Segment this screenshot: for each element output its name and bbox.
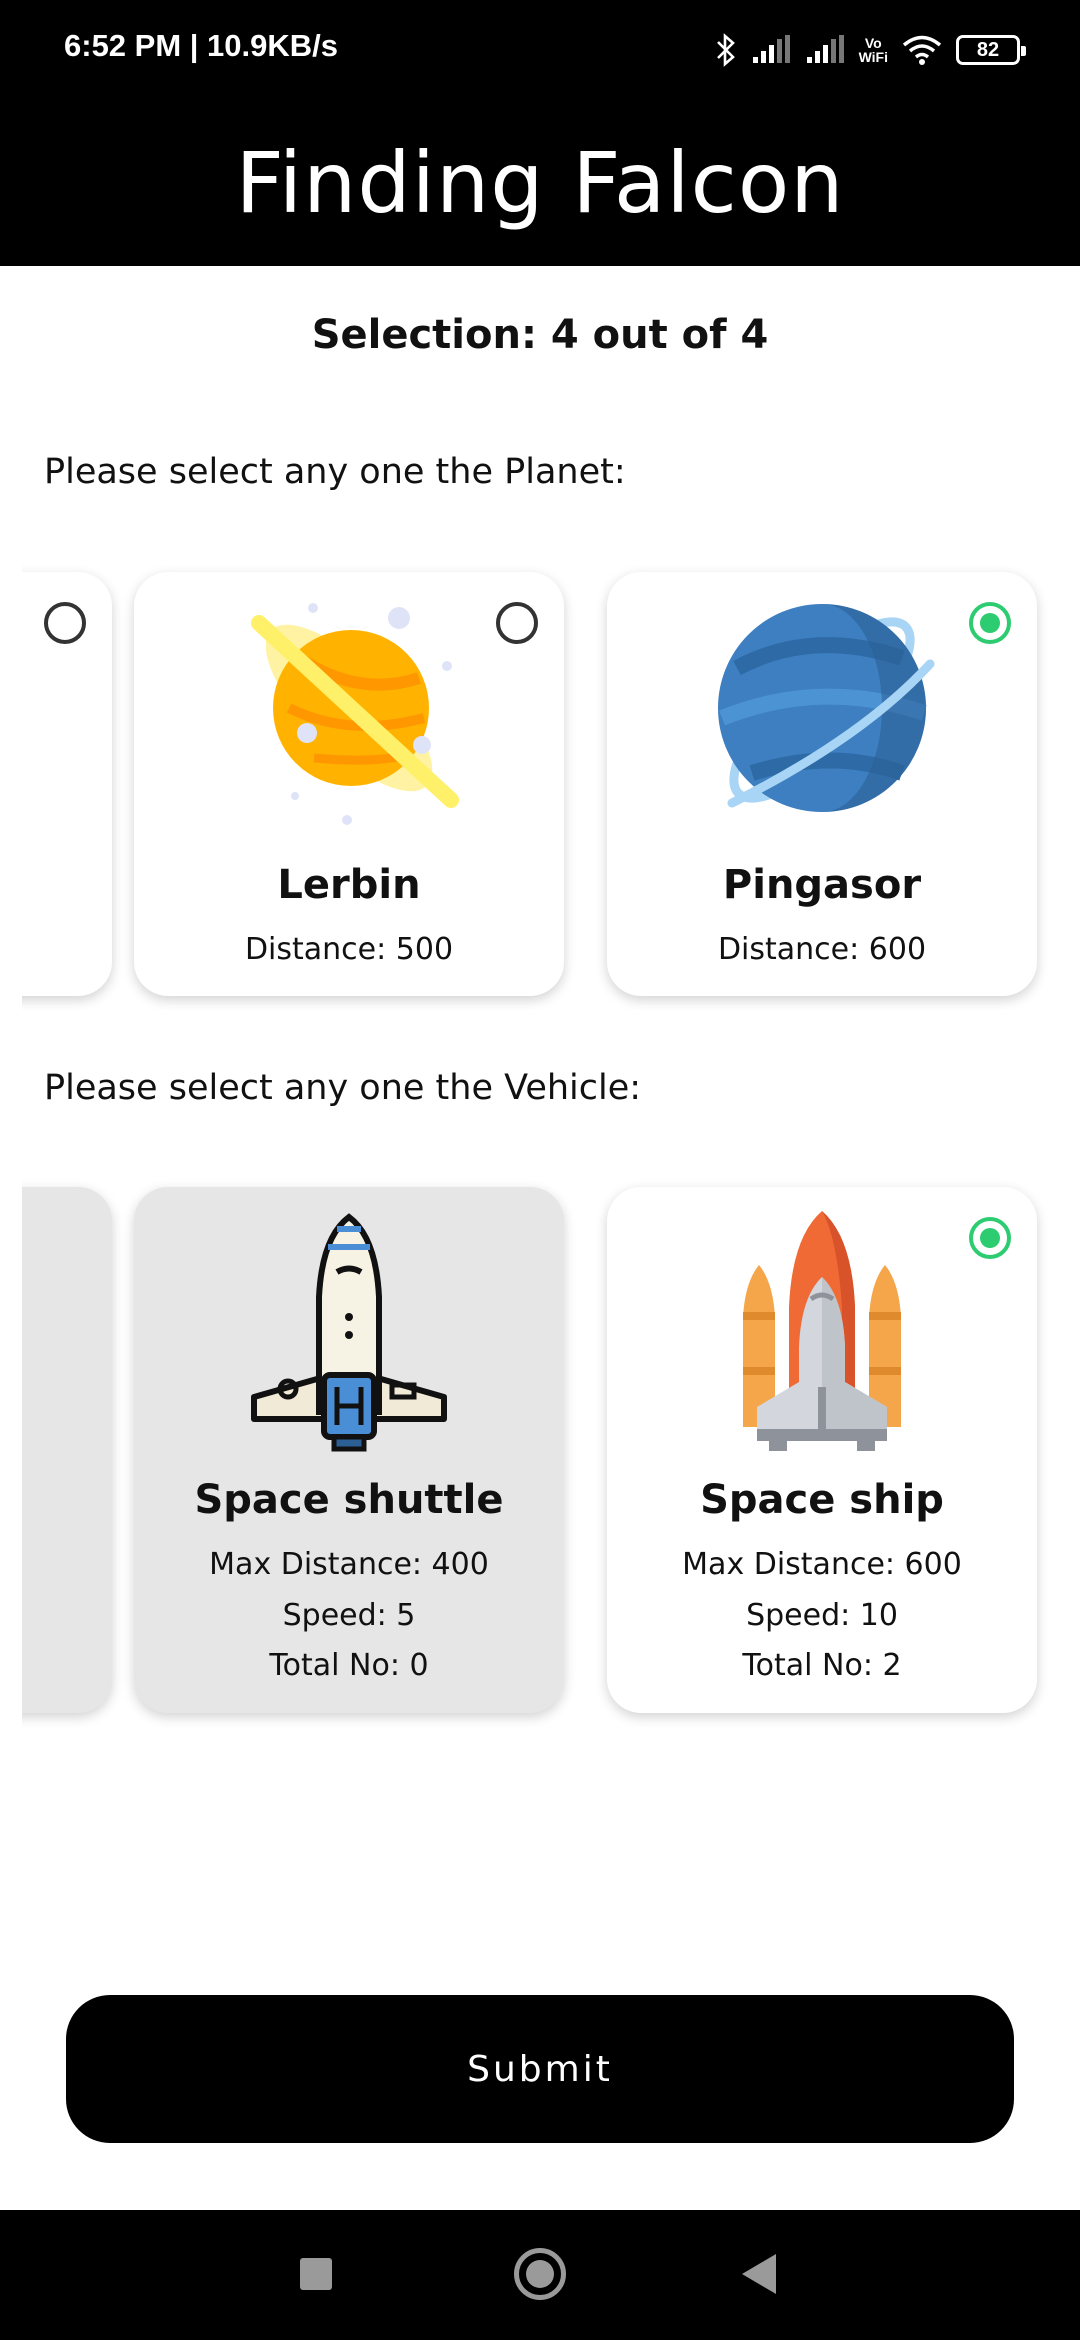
planet-radio-partial[interactable] [44,602,86,644]
planet-name: Lerbin [277,862,421,908]
vowifi-icon: Vo WiFi [859,36,888,64]
planet-section-label: Please select any one the Planet: [44,452,626,492]
planet-radio-pingasor[interactable] [969,602,1011,644]
selection-count: Selection: 4 out of 4 [311,312,769,358]
signal-icon-2 [806,35,844,63]
vehicle-max-distance: Max Distance: 600 [682,1547,962,1582]
vehicle-total: Total No: 0 [269,1648,429,1683]
vehicle-radio-space-ship[interactable] [969,1217,1011,1259]
status-time: 6:52 PM | 10.9KB/s [64,28,339,63]
vehicle-speed: Speed: 10 [746,1598,898,1633]
vehicle-total: Total No: 2 [742,1648,902,1683]
planet-distance: Distance: 600 [717,932,927,967]
vehicle-card-space-shuttle[interactable]: Space shuttle Max Distance: 400 Speed: 5… [134,1187,564,1713]
vehicle-card-space-ship[interactable]: Space ship Max Distance: 600 Speed: 10 T… [607,1187,1037,1713]
saturn-planet-icon [251,603,459,825]
home-icon[interactable] [514,2248,566,2300]
vehicle-card-partial[interactable] [22,1187,112,1713]
app-header: Finding Falcon [0,100,1080,266]
bluetooth-icon [716,33,735,67]
app-title: Finding Falcon [235,134,845,232]
planet-distance: Distance: 500 [244,932,454,967]
space-shuttle-icon [251,1213,447,1452]
wifi-icon [902,35,942,65]
planet-card-partial[interactable] [22,572,112,996]
planet-card-lerbin[interactable]: Lerbin Distance: 500 [134,572,564,996]
battery-icon: 82 [956,35,1026,65]
planet-name: Pingasor [722,862,922,908]
submit-button[interactable]: Submit [66,1995,1014,2143]
vehicle-section-label: Please select any one the Vehicle: [44,1068,642,1108]
vehicle-carousel[interactable]: Space shuttle Max Distance: 400 Speed: 5… [22,1175,1080,1735]
recent-apps-icon[interactable] [300,2258,332,2290]
status-icons: Vo WiFi 82 [715,30,1026,70]
blue-ringed-planet-icon [718,604,935,812]
vehicle-name: Space shuttle [194,1477,504,1523]
status-bar: 6:52 PM | 10.9KB/s Vo WiFi 82 [0,0,1080,100]
vowifi-top: Vo [864,35,882,51]
space-ship-icon [743,1211,901,1451]
navigation-bar [0,2210,1080,2340]
planet-carousel[interactable]: Lerbin Distance: 500 Pingasor Distance: … [22,560,1080,1010]
vehicle-max-distance: Max Distance: 400 [209,1547,489,1582]
vehicle-name: Space ship [700,1477,944,1523]
signal-icon [752,35,790,63]
battery-level: 82 [976,38,1000,61]
vowifi-bottom: WiFi [858,49,888,65]
planet-radio-lerbin[interactable] [496,602,538,644]
back-icon[interactable] [742,2254,776,2294]
planet-card-pingasor[interactable]: Pingasor Distance: 600 [607,572,1037,996]
vehicle-speed: Speed: 5 [282,1598,416,1633]
